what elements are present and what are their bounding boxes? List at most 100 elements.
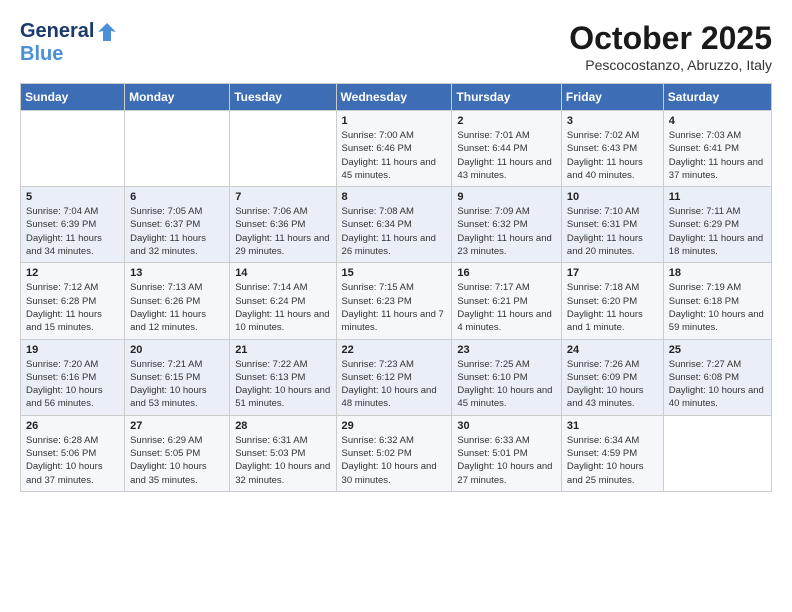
day-info: Sunrise: 7:04 AMSunset: 6:39 PMDaylight:… [26, 205, 119, 258]
day-number: 5 [26, 191, 119, 203]
weekday-header-row: SundayMondayTuesdayWednesdayThursdayFrid… [21, 84, 772, 111]
day-info: Sunrise: 7:10 AMSunset: 6:31 PMDaylight:… [567, 205, 658, 258]
day-info: Sunrise: 7:20 AMSunset: 6:16 PMDaylight:… [26, 358, 119, 411]
day-info: Sunrise: 6:33 AMSunset: 5:01 PMDaylight:… [457, 434, 556, 487]
month-title: October 2025 [569, 20, 772, 57]
calendar-week-row: 12Sunrise: 7:12 AMSunset: 6:28 PMDayligh… [21, 263, 772, 339]
logo: General Blue [20, 20, 118, 66]
calendar-cell: 13 Sunrise: 7:13 AMSunset: 6:26 PMDayligh… [125, 263, 230, 339]
day-info: Sunrise: 7:21 AMSunset: 6:15 PMDaylight:… [130, 358, 224, 411]
day-info: Sunrise: 6:32 AMSunset: 5:02 PMDaylight:… [342, 434, 447, 487]
day-info: Sunrise: 7:25 AMSunset: 6:10 PMDaylight:… [457, 358, 556, 411]
weekday-header: Saturday [663, 84, 771, 111]
calendar-cell [125, 111, 230, 187]
calendar-cell: 3Sunrise: 7:02 AMSunset: 6:43 PMDaylight… [561, 111, 663, 187]
day-number: 17 [567, 267, 658, 279]
calendar-cell: 7 Sunrise: 7:06 AMSunset: 6:36 PMDaylight… [230, 187, 336, 263]
location: Pescocostanzo, Abruzzo, Italy [569, 57, 772, 73]
day-info: Sunrise: 7:06 AMSunset: 6:36 PMDaylight:… [235, 205, 330, 258]
day-number: 27 [130, 420, 224, 432]
calendar-cell: 24Sunrise: 7:26 AMSunset: 6:09 PMDayligh… [561, 339, 663, 415]
calendar-cell: 18Sunrise: 7:19 AMSunset: 6:18 PMDayligh… [663, 263, 771, 339]
day-number: 14 [235, 267, 330, 279]
calendar-cell: 26Sunrise: 6:28 AMSunset: 5:06 PMDayligh… [21, 415, 125, 491]
day-number: 23 [457, 344, 556, 356]
day-info: Sunrise: 7:01 AMSunset: 6:44 PMDaylight:… [457, 129, 556, 182]
day-number: 9 [457, 191, 556, 203]
day-info: Sunrise: 6:29 AMSunset: 5:05 PMDaylight:… [130, 434, 224, 487]
day-number: 11 [669, 191, 766, 203]
calendar-cell: 31 Sunrise: 6:34 AMSunset: 4:59 PMDayligh… [561, 415, 663, 491]
logo-general: General [20, 20, 94, 43]
calendar-cell: 16Sunrise: 7:17 AMSunset: 6:21 PMDayligh… [452, 263, 562, 339]
calendar-week-row: 5 Sunrise: 7:04 AMSunset: 6:39 PMDaylight… [21, 187, 772, 263]
weekday-header: Wednesday [336, 84, 452, 111]
day-info: Sunrise: 7:14 AMSunset: 6:24 PMDaylight:… [235, 281, 330, 334]
day-info: Sunrise: 6:34 AMSunset: 4:59 PMDaylight:… [567, 434, 658, 487]
day-number: 31 [567, 420, 658, 432]
day-number: 15 [342, 267, 447, 279]
calendar-cell: 23 Sunrise: 7:25 AMSunset: 6:10 PMDayligh… [452, 339, 562, 415]
calendar-cell: 11Sunrise: 7:11 AMSunset: 6:29 PMDayligh… [663, 187, 771, 263]
calendar-cell: 20 Sunrise: 7:21 AMSunset: 6:15 PMDayligh… [125, 339, 230, 415]
page-header: General Blue October 2025 Pescocostanzo,… [20, 20, 772, 73]
day-number: 7 [235, 191, 330, 203]
calendar-cell: 15 Sunrise: 7:15 AMSunset: 6:23 PMDayligh… [336, 263, 452, 339]
day-info: Sunrise: 7:08 AMSunset: 6:34 PMDaylight:… [342, 205, 447, 258]
calendar-cell: 12Sunrise: 7:12 AMSunset: 6:28 PMDayligh… [21, 263, 125, 339]
day-info: Sunrise: 7:23 AMSunset: 6:12 PMDaylight:… [342, 358, 447, 411]
day-number: 30 [457, 420, 556, 432]
calendar-cell: 14 Sunrise: 7:14 AMSunset: 6:24 PMDayligh… [230, 263, 336, 339]
day-info: Sunrise: 7:00 AMSunset: 6:46 PMDaylight:… [342, 129, 447, 182]
calendar-cell: 22 Sunrise: 7:23 AMSunset: 6:12 PMDayligh… [336, 339, 452, 415]
day-number: 4 [669, 115, 766, 127]
day-number: 16 [457, 267, 556, 279]
calendar-cell: 27 Sunrise: 6:29 AMSunset: 5:05 PMDayligh… [125, 415, 230, 491]
day-number: 1 [342, 115, 447, 127]
weekday-header: Tuesday [230, 84, 336, 111]
day-number: 13 [130, 267, 224, 279]
calendar-cell: 2Sunrise: 7:01 AMSunset: 6:44 PMDaylight… [452, 111, 562, 187]
day-number: 8 [342, 191, 447, 203]
day-info: Sunrise: 7:03 AMSunset: 6:41 PMDaylight:… [669, 129, 766, 182]
calendar-cell: 8 Sunrise: 7:08 AMSunset: 6:34 PMDaylight… [336, 187, 452, 263]
day-number: 28 [235, 420, 330, 432]
calendar-cell: 1 Sunrise: 7:00 AMSunset: 6:46 PMDaylight… [336, 111, 452, 187]
day-number: 26 [26, 420, 119, 432]
weekday-header: Monday [125, 84, 230, 111]
day-info: Sunrise: 7:26 AMSunset: 6:09 PMDaylight:… [567, 358, 658, 411]
day-number: 25 [669, 344, 766, 356]
calendar-cell [663, 415, 771, 491]
weekday-header: Friday [561, 84, 663, 111]
calendar-table: SundayMondayTuesdayWednesdayThursdayFrid… [20, 83, 772, 492]
calendar-cell: 21Sunrise: 7:22 AMSunset: 6:13 PMDayligh… [230, 339, 336, 415]
day-number: 22 [342, 344, 447, 356]
calendar-week-row: 26Sunrise: 6:28 AMSunset: 5:06 PMDayligh… [21, 415, 772, 491]
calendar-cell [230, 111, 336, 187]
calendar-cell: 17Sunrise: 7:18 AMSunset: 6:20 PMDayligh… [561, 263, 663, 339]
day-info: Sunrise: 6:31 AMSunset: 5:03 PMDaylight:… [235, 434, 330, 487]
calendar-cell: 10 Sunrise: 7:10 AMSunset: 6:31 PMDayligh… [561, 187, 663, 263]
calendar-cell: 29Sunrise: 6:32 AMSunset: 5:02 PMDayligh… [336, 415, 452, 491]
day-info: Sunrise: 7:13 AMSunset: 6:26 PMDaylight:… [130, 281, 224, 334]
calendar-cell: 30 Sunrise: 6:33 AMSunset: 5:01 PMDayligh… [452, 415, 562, 491]
title-block: October 2025 Pescocostanzo, Abruzzo, Ita… [569, 20, 772, 73]
calendar-week-row: 1 Sunrise: 7:00 AMSunset: 6:46 PMDaylight… [21, 111, 772, 187]
day-info: Sunrise: 7:19 AMSunset: 6:18 PMDaylight:… [669, 281, 766, 334]
day-number: 20 [130, 344, 224, 356]
calendar-cell: 9Sunrise: 7:09 AMSunset: 6:32 PMDaylight… [452, 187, 562, 263]
calendar-week-row: 19 Sunrise: 7:20 AMSunset: 6:16 PMDayligh… [21, 339, 772, 415]
day-info: Sunrise: 7:15 AMSunset: 6:23 PMDaylight:… [342, 281, 447, 334]
day-info: Sunrise: 7:27 AMSunset: 6:08 PMDaylight:… [669, 358, 766, 411]
weekday-header: Thursday [452, 84, 562, 111]
day-number: 10 [567, 191, 658, 203]
logo-content: General Blue [20, 20, 118, 66]
day-number: 12 [26, 267, 119, 279]
calendar-cell: 6Sunrise: 7:05 AMSunset: 6:37 PMDaylight… [125, 187, 230, 263]
calendar-cell: 28 Sunrise: 6:31 AMSunset: 5:03 PMDayligh… [230, 415, 336, 491]
day-number: 6 [130, 191, 224, 203]
day-number: 21 [235, 344, 330, 356]
calendar-cell: 4 Sunrise: 7:03 AMSunset: 6:41 PMDaylight… [663, 111, 771, 187]
day-number: 19 [26, 344, 119, 356]
calendar-cell [21, 111, 125, 187]
